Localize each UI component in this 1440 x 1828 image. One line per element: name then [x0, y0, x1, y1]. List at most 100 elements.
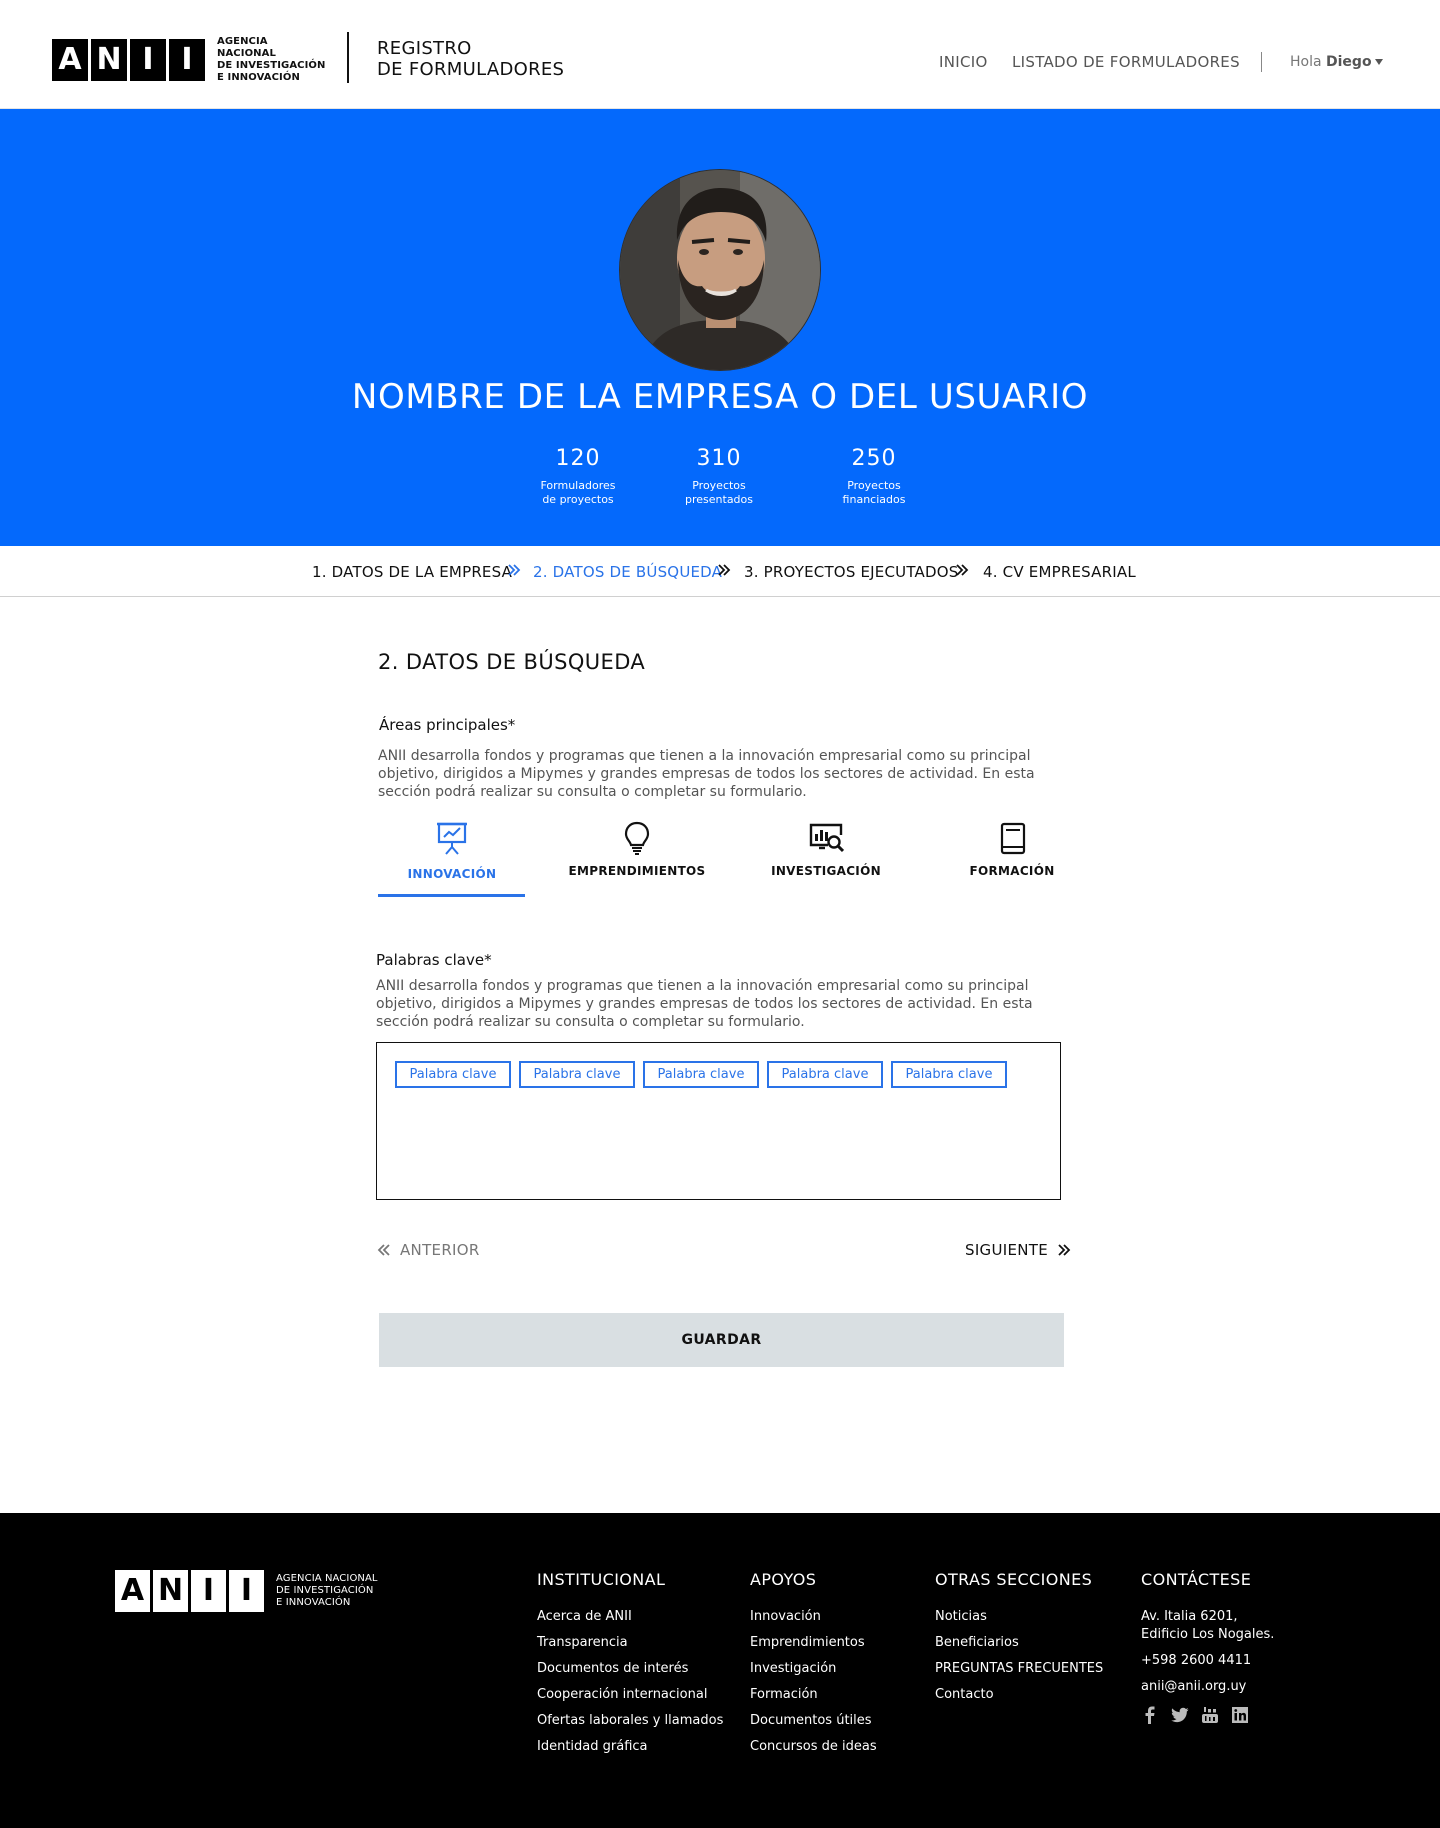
area-tab-investigacion[interactable]: INVESTIGACIÓN	[752, 820, 900, 878]
step-cv-empresarial[interactable]: 4. CV EMPRESARIAL	[983, 563, 1136, 581]
footer-col-otras-secciones: OTRAS SECCIONES Noticias Beneficiarios P…	[935, 1570, 1103, 1712]
form-steps: 1. DATOS DE LA EMPRESA 2. DATOS DE BÚSQU…	[0, 546, 1440, 597]
area-tab-formacion[interactable]: FORMACIÓN	[938, 820, 1086, 878]
keyword-tag[interactable]: Palabra clave	[767, 1061, 883, 1088]
footer-link[interactable]: Investigación	[750, 1660, 877, 1677]
footer-col-contacto: CONTÁCTESE Av. Italia 6201, Edificio Los…	[1141, 1570, 1274, 1724]
logo-caption: AGENCIA NACIONAL DE INVESTIGACIÓN E INNO…	[276, 1573, 386, 1609]
footer-link[interactable]: Acerca de ANII	[537, 1608, 723, 1625]
keyword-tag[interactable]: Palabra clave	[519, 1061, 635, 1088]
monitor-search-icon	[809, 823, 844, 853]
presentation-chart-icon	[437, 822, 467, 855]
footer-col-title: OTRAS SECCIONES	[935, 1570, 1093, 1589]
footer-anii-logo[interactable]: A N I I AGENCIA NACIONAL DE INVESTIGACIÓ…	[115, 1570, 386, 1612]
save-button[interactable]: GUARDAR	[379, 1313, 1064, 1367]
footer-link[interactable]: Transparencia	[537, 1634, 723, 1651]
logo-caption-line: DE INVESTIGACIÓN	[276, 1585, 374, 1596]
logo-letters: A N I I	[52, 39, 205, 81]
previous-button[interactable]: ANTERIOR	[376, 1241, 480, 1259]
footer-link[interactable]: Emprendimientos	[750, 1634, 877, 1651]
linkedin-icon[interactable]	[1231, 1706, 1249, 1724]
site-header: A N I I AGENCIA NACIONAL DE INVESTIGACIÓ…	[0, 0, 1440, 109]
anii-logo[interactable]: A N I I AGENCIA NACIONAL DE INVESTIGACIÓ…	[52, 36, 327, 84]
logo-caption-line: E INNOVACIÓN	[276, 1597, 351, 1608]
footer-link[interactable]: Ofertas laborales y llamados	[537, 1712, 723, 1729]
double-chevron-left-icon	[377, 1244, 390, 1256]
footer-link[interactable]: Identidad gráfica	[537, 1738, 723, 1755]
area-tab-label: FORMACIÓN	[969, 864, 1055, 878]
logo-letter: N	[153, 1570, 188, 1612]
areas-label: Áreas principales*	[379, 716, 516, 734]
active-tab-indicator	[378, 894, 525, 897]
footer-link[interactable]: Contacto	[935, 1686, 1103, 1703]
footer-link[interactable]: Formación	[750, 1686, 877, 1703]
logo-letter: N	[91, 39, 127, 81]
footer-link[interactable]: Cooperación internacional	[537, 1686, 723, 1703]
avatar	[619, 169, 821, 371]
logo-caption-line: AGENCIA NACIONAL	[217, 36, 276, 59]
stat-value: 310	[696, 446, 742, 471]
footer-link[interactable]: Documentos de interés	[537, 1660, 723, 1677]
book-icon	[1000, 822, 1026, 855]
stat-formuladores: 120 Formuladores de proyectos	[518, 446, 638, 507]
user-menu[interactable]: Hola Diego	[1290, 54, 1383, 70]
chevron-down-icon	[1374, 59, 1383, 65]
footer-link[interactable]: Concursos de ideas	[750, 1738, 877, 1755]
keywords-label: Palabras clave*	[376, 951, 492, 969]
stat-label-line: Formuladores	[540, 479, 616, 492]
stat-financiados: 250 Proyectos financiados	[814, 446, 934, 507]
double-chevron-right-icon	[718, 564, 731, 576]
contact-email[interactable]: anii@anii.org.uy	[1141, 1678, 1274, 1696]
stat-label-line: Proyectos	[847, 479, 901, 492]
stat-label-line: Proyectos	[692, 479, 746, 492]
footer-link[interactable]: Beneficiarios	[935, 1634, 1103, 1651]
logo-caption: AGENCIA NACIONAL DE INVESTIGACIÓN E INNO…	[217, 36, 327, 84]
keyword-tag[interactable]: Palabra clave	[643, 1061, 759, 1088]
social-links	[1141, 1706, 1274, 1724]
footer-link[interactable]: Innovación	[750, 1608, 877, 1625]
stat-label: Formuladores de proyectos	[518, 479, 638, 507]
youtube-icon[interactable]	[1201, 1706, 1219, 1724]
next-button[interactable]: SIGUIENTE	[965, 1241, 1072, 1259]
stat-value: 250	[851, 446, 897, 471]
stat-label-line: de proyectos	[542, 493, 614, 506]
area-tab-innovacion[interactable]: INNOVACIÓN	[378, 820, 526, 881]
areas-description: ANII desarrolla fondos y programas que t…	[378, 748, 1035, 800]
area-tab-emprendimientos[interactable]: EMPRENDIMIENTOS	[563, 820, 711, 878]
area-tab-label: INNOVACIÓN	[407, 867, 497, 881]
nav-listado-formuladores[interactable]: LISTADO DE FORMULADORES	[1012, 53, 1240, 71]
step-datos-empresa[interactable]: 1. DATOS DE LA EMPRESA	[312, 563, 512, 581]
footer-link[interactable]: Noticias	[935, 1608, 1103, 1625]
logo-letter: I	[191, 1570, 226, 1612]
stat-presentados: 310 Proyectos presentados	[659, 446, 779, 507]
site-title-line: DE FORMULADORES	[377, 59, 565, 80]
facebook-icon[interactable]	[1141, 1706, 1159, 1724]
logo-letter: A	[52, 39, 88, 81]
previous-label: ANTERIOR	[400, 1241, 480, 1259]
logo-letter: A	[115, 1570, 150, 1612]
footer-col-institucional: INSTITUCIONAL Acerca de ANII Transparenc…	[537, 1570, 723, 1764]
contact-address: Av. Italia 6201, Edificio Los Nogales.	[1141, 1608, 1274, 1644]
nav-inicio[interactable]: INICIO	[939, 53, 988, 71]
double-chevron-right-icon	[1058, 1244, 1071, 1256]
double-chevron-right-icon	[956, 564, 969, 576]
avatar-portrait	[620, 170, 820, 370]
user-name: Diego	[1326, 54, 1372, 70]
footer-link[interactable]: Documentos útiles	[750, 1712, 877, 1729]
contact-phone[interactable]: +598 2600 4411	[1141, 1652, 1274, 1670]
footer-link[interactable]: PREGUNTAS FRECUENTES	[935, 1660, 1103, 1677]
section-title: 2. DATOS DE BÚSQUEDA	[378, 650, 646, 674]
logo-letter: I	[130, 39, 166, 81]
profile-hero: NOMBRE DE LA EMPRESA O DEL USUARIO 120 F…	[0, 109, 1440, 546]
lightbulb-icon	[624, 821, 650, 855]
logo-caption-line: DE INVESTIGACIÓN	[217, 60, 326, 71]
keyword-tag[interactable]: Palabra clave	[395, 1061, 511, 1088]
step-proyectos-ejecutados[interactable]: 3. PROYECTOS EJECUTADOS	[744, 563, 958, 581]
keyword-tag[interactable]: Palabra clave	[891, 1061, 1007, 1088]
keywords-description: ANII desarrolla fondos y programas que t…	[376, 978, 1033, 1030]
double-chevron-right-icon	[508, 564, 521, 576]
keywords-input[interactable]: Palabra clave Palabra clave Palabra clav…	[376, 1042, 1061, 1200]
stat-label: Proyectos financiados	[814, 479, 934, 507]
twitter-icon[interactable]	[1171, 1706, 1189, 1724]
step-datos-busqueda[interactable]: 2. DATOS DE BÚSQUEDA	[533, 563, 722, 581]
